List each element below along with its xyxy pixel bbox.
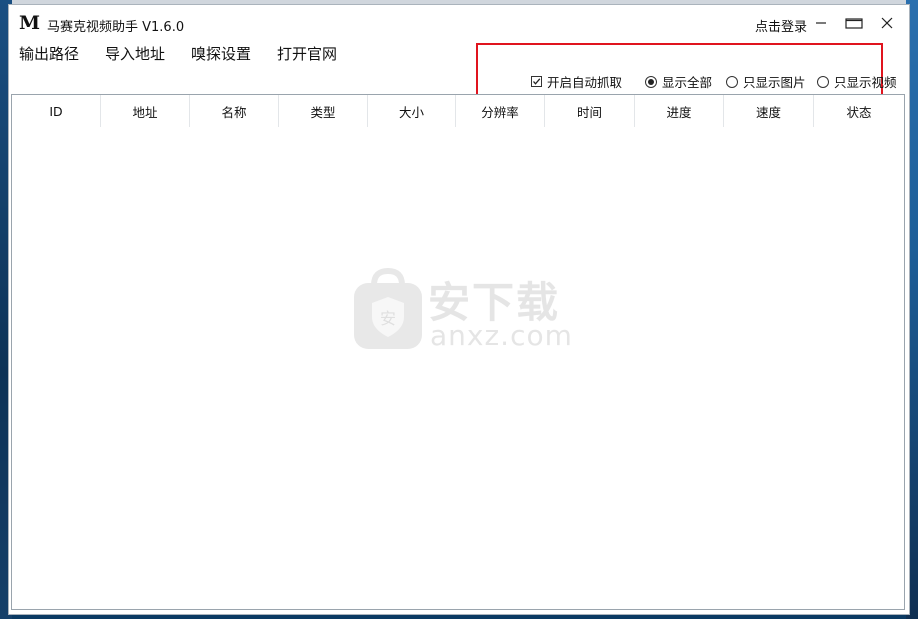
- close-icon: [881, 17, 893, 29]
- checkbox-checked-icon: [531, 76, 542, 87]
- auto-capture-label: 开启自动抓取: [547, 75, 623, 90]
- radio-images-only-label: 只显示图片: [743, 75, 806, 90]
- radio-show-all-label: 显示全部: [662, 75, 713, 90]
- column-header-size[interactable]: 大小: [368, 95, 456, 127]
- radio-unselected-icon: [817, 75, 829, 88]
- svg-text:安: 安: [380, 309, 396, 328]
- download-list-table[interactable]: ID 地址 名称 类型 大小 分辨率 时间 进度 速度 状态 安 安下载 anx…: [11, 94, 905, 610]
- shield-bag-icon: 安: [354, 267, 422, 349]
- menu-item-sniff-settings[interactable]: 嗅探设置: [191, 43, 251, 64]
- column-header-resolution[interactable]: 分辨率: [456, 95, 545, 127]
- column-header-speed[interactable]: 速度: [724, 95, 814, 127]
- restore-icon: [845, 18, 863, 29]
- radio-videos-only[interactable]: 只显示视频: [817, 72, 897, 91]
- radio-images-only[interactable]: 只显示图片: [726, 72, 806, 91]
- radio-show-all[interactable]: 显示全部: [645, 72, 712, 91]
- column-header-progress[interactable]: 进度: [635, 95, 724, 127]
- minimize-icon: [816, 22, 826, 24]
- table-header: ID 地址 名称 类型 大小 分辨率 时间 进度 速度 状态: [12, 95, 904, 127]
- watermark-url: anxz.com: [430, 319, 573, 352]
- maximize-button[interactable]: [840, 11, 868, 35]
- radio-selected-icon: [645, 75, 657, 88]
- window-title: 马赛克视频助手 V1.6.0: [47, 20, 185, 35]
- minimize-button[interactable]: [807, 11, 835, 35]
- column-header-type[interactable]: 类型: [279, 95, 368, 127]
- column-header-address[interactable]: 地址: [101, 95, 190, 127]
- menu-item-output-path[interactable]: 输出路径: [19, 43, 79, 64]
- menu-item-import-address[interactable]: 导入地址: [105, 43, 165, 64]
- app-logo: M: [19, 12, 40, 34]
- auto-capture-checkbox[interactable]: 开启自动抓取: [531, 72, 622, 91]
- column-header-time[interactable]: 时间: [545, 95, 635, 127]
- app-window: M 马赛克视频助手 V1.6.0 点击登录 输出路径 导入地址 嗅探设置 打开官…: [8, 4, 910, 615]
- menu-item-open-website[interactable]: 打开官网: [277, 43, 337, 64]
- close-button[interactable]: [873, 11, 901, 35]
- login-link[interactable]: 点击登录: [755, 16, 807, 35]
- watermark: 安 安下载 anxz.com: [352, 267, 572, 357]
- radio-videos-only-label: 只显示视频: [834, 75, 897, 90]
- column-header-name[interactable]: 名称: [190, 95, 279, 127]
- column-header-status[interactable]: 状态: [814, 95, 904, 127]
- radio-unselected-icon: [726, 75, 738, 88]
- filter-options: 开启自动抓取 显示全部 只显示图片 只显示视频: [9, 72, 909, 90]
- column-header-id[interactable]: ID: [12, 95, 101, 127]
- title-bar[interactable]: M 马赛克视频助手 V1.6.0 点击登录: [9, 5, 909, 41]
